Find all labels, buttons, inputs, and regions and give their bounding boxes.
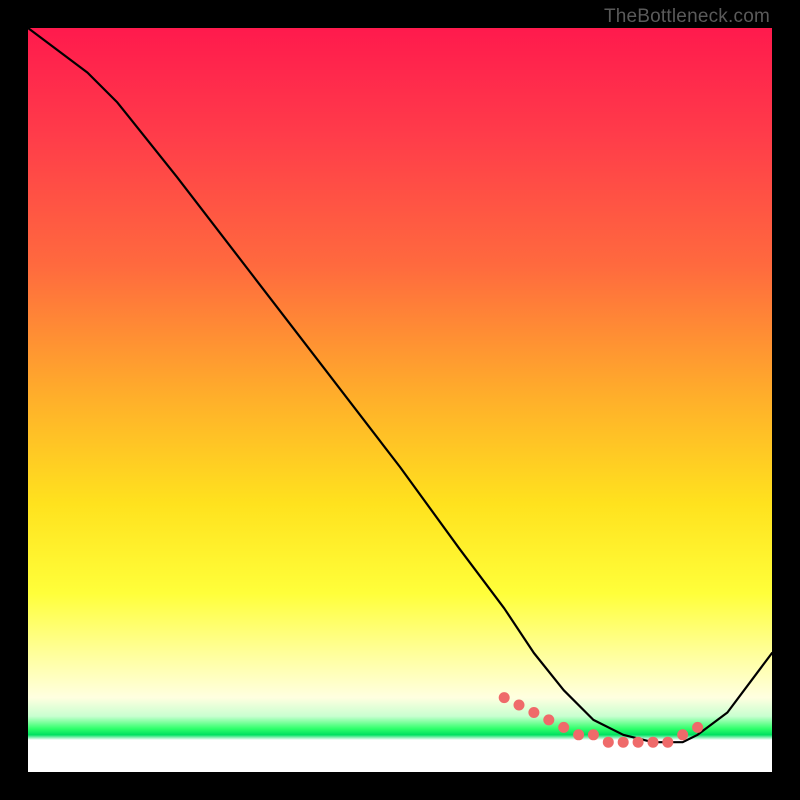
highlight-dot bbox=[573, 729, 584, 740]
highlight-dot bbox=[603, 737, 614, 748]
plot-area bbox=[28, 28, 772, 772]
watermark-text: TheBottleneck.com bbox=[604, 6, 770, 28]
highlight-dot bbox=[692, 722, 703, 733]
highlight-dot bbox=[543, 714, 554, 725]
bottleneck-curve bbox=[28, 28, 772, 742]
highlight-dot bbox=[633, 737, 644, 748]
highlight-dot bbox=[677, 729, 688, 740]
highlight-dot bbox=[588, 729, 599, 740]
chart-frame: TheBottleneck.com bbox=[0, 0, 800, 800]
highlight-dot bbox=[514, 700, 525, 711]
highlight-dots bbox=[499, 692, 703, 748]
highlight-dot bbox=[499, 692, 510, 703]
curve-layer bbox=[28, 28, 772, 772]
highlight-dot bbox=[648, 737, 659, 748]
highlight-dot bbox=[618, 737, 629, 748]
highlight-dot bbox=[558, 722, 569, 733]
highlight-dot bbox=[662, 737, 673, 748]
highlight-dot bbox=[528, 707, 539, 718]
